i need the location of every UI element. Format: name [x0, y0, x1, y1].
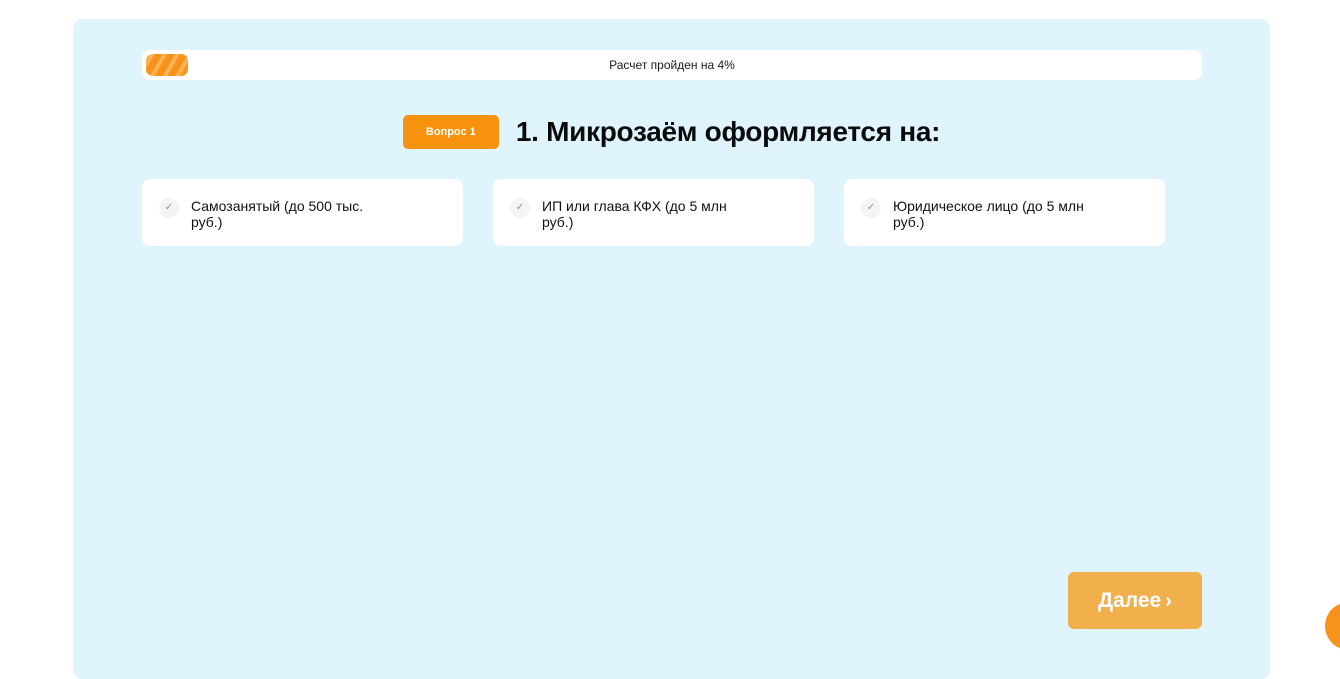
floating-action-button[interactable]: [1325, 602, 1340, 650]
check-icon: ✓: [861, 198, 881, 218]
question-badge: Вопрос 1: [402, 115, 499, 149]
question-header: Вопрос 1 1. Микрозаём оформляется на:: [73, 114, 1270, 150]
option-label: Юридическое лицо (до 5 млн руб.): [893, 198, 1084, 230]
next-button[interactable]: Далее ›: [1068, 572, 1202, 629]
question-title: 1. Микрозаём оформляется на:: [515, 116, 941, 147]
next-button-label: Далее: [1098, 588, 1162, 612]
check-icon: ✓: [510, 198, 530, 218]
option-self-employed[interactable]: ✓ Самозанятый (до 500 тыс. руб.): [142, 179, 463, 246]
option-label: ИП или глава КФХ (до 5 млн руб.): [542, 198, 727, 230]
quiz-card: Расчет пройден на 4% Вопрос 1 1. Микроза…: [73, 19, 1270, 679]
chevron-right-icon: ›: [1165, 589, 1172, 612]
option-label: Самозанятый (до 500 тыс. руб.): [191, 198, 364, 230]
progress-text: Расчет пройден на 4%: [609, 58, 735, 72]
progress-bar: Расчет пройден на 4%: [142, 50, 1202, 80]
check-icon: ✓: [159, 198, 179, 218]
option-individual-entrepreneur[interactable]: ✓ ИП или глава КФХ (до 5 млн руб.): [493, 179, 814, 246]
option-legal-entity[interactable]: ✓ Юридическое лицо (до 5 млн руб.): [844, 179, 1165, 246]
